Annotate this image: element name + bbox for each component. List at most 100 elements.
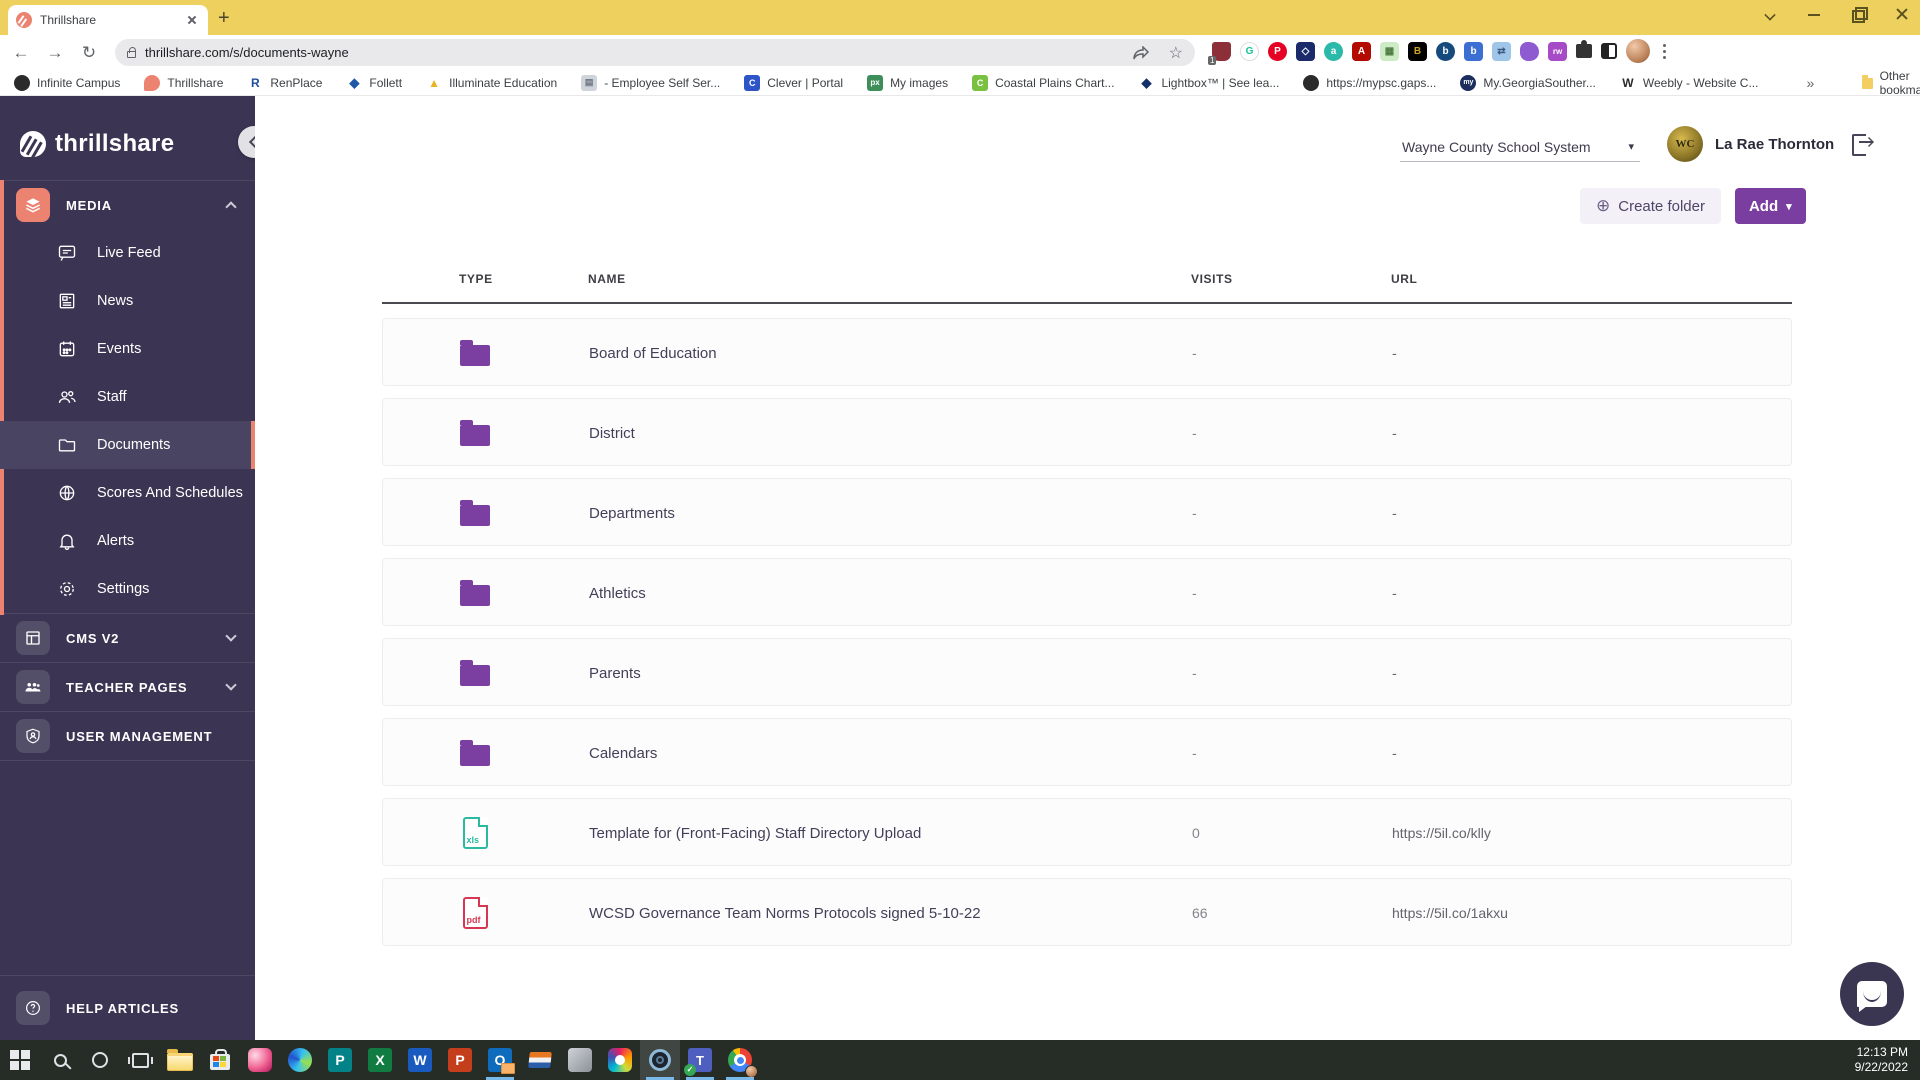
table-row-parents[interactable]: Parents - - <box>382 638 1792 706</box>
edge-icon <box>288 1048 312 1072</box>
chat-widget-button[interactable] <box>1840 962 1904 1026</box>
file-explorer-button[interactable] <box>160 1040 200 1080</box>
district-select[interactable]: Wayne County School System ▾ <box>1400 132 1640 162</box>
my-icon: my <box>1460 74 1477 91</box>
acrobat-extension-icon[interactable]: A <box>1352 41 1371 61</box>
window-menu-icon[interactable] <box>1762 6 1778 22</box>
sidebar-section-media[interactable]: MEDIA <box>0 181 255 229</box>
bookmark-lightbox[interactable]: ◆ Lightbox™ | See lea... <box>1138 74 1279 91</box>
browser-menu-icon[interactable] <box>1663 43 1666 59</box>
outlook-button[interactable]: O <box>480 1040 520 1080</box>
paint-3d-button[interactable] <box>240 1040 280 1080</box>
create-folder-button[interactable]: ⊕ Create folder <box>1580 188 1721 224</box>
close-button[interactable] <box>1894 6 1910 22</box>
table-row-board-of-education[interactable]: Board of Education - - <box>382 318 1792 386</box>
taskbar-search-button[interactable] <box>40 1040 80 1080</box>
bookmark-infinite-campus[interactable]: Infinite Campus <box>14 74 120 91</box>
coastal-icon: C <box>972 74 989 91</box>
thrillshare-logo[interactable]: thrillshare <box>0 96 255 166</box>
grey-app-button[interactable] <box>560 1040 600 1080</box>
bookmarks-overflow-button[interactable]: » <box>1806 75 1814 91</box>
tab-title: Thrillshare <box>40 13 97 27</box>
chat-bubble-icon <box>1857 981 1887 1012</box>
excel-button[interactable]: X <box>360 1040 400 1080</box>
sidebar-item-news[interactable]: News <box>0 277 255 325</box>
bing-extension-icon[interactable]: b <box>1464 41 1483 61</box>
sidebar-section-teacher-pages[interactable]: TEACHER PAGES <box>0 663 255 711</box>
powerpoint-button[interactable]: P <box>440 1040 480 1080</box>
bookmark-weebly[interactable]: W Weebly - Website C... <box>1619 74 1758 91</box>
reload-button[interactable]: ↻ <box>76 40 102 66</box>
bookmark-georgia-southern[interactable]: my My.GeorgiaSouther... <box>1460 74 1596 91</box>
taskbar-clock[interactable]: 12:13 PM 9/22/2022 <box>1855 1040 1908 1080</box>
sidebar-section-cms-v2[interactable]: CMS V2 <box>0 614 255 662</box>
darkmode-extension-icon[interactable] <box>1601 43 1617 59</box>
green-extension-icon[interactable]: ▦ <box>1380 41 1399 61</box>
extensions-puzzle-icon[interactable] <box>1576 40 1592 58</box>
sidebar-item-alerts[interactable]: Alerts <box>0 517 255 565</box>
publisher-button[interactable]: P <box>320 1040 360 1080</box>
tab-close-icon[interactable] <box>184 12 200 28</box>
purple-extension-icon[interactable] <box>1520 41 1539 61</box>
bookmark-mypsc[interactable]: https://mypsc.gaps... <box>1303 74 1436 91</box>
address-bar[interactable]: thrillshare.com/s/documents-wayne ☆ <box>115 39 1195 66</box>
bookmark-follett[interactable]: ◆ Follett <box>346 74 402 91</box>
table-row-staff-directory-template[interactable]: xls Template for (Front-Facing) Staff Di… <box>382 798 1792 866</box>
start-button[interactable] <box>0 1040 40 1080</box>
word-button[interactable]: W <box>400 1040 440 1080</box>
sidebar-section-user-management[interactable]: USER MANAGEMENT <box>0 712 255 760</box>
lightblue-extension-icon[interactable]: ⇄ <box>1492 41 1511 61</box>
sidebar-item-staff[interactable]: Staff <box>0 373 255 421</box>
microsoft-store-button[interactable] <box>200 1040 240 1080</box>
readwrite-extension-icon[interactable]: rw <box>1548 41 1567 61</box>
bookmark-star-icon[interactable]: ☆ <box>1169 43 1183 63</box>
task-view-icon <box>127 1052 153 1068</box>
lock-icon[interactable] <box>127 46 136 58</box>
bookmark-my-images[interactable]: px My images <box>867 74 948 91</box>
infinite-campus-button[interactable] <box>520 1040 560 1080</box>
other-bookmarks-button[interactable]: Other bookmarks <box>1862 69 1920 97</box>
browser-tab[interactable]: Thrillshare <box>8 5 208 35</box>
shield-extension-icon[interactable]: 1 <box>1208 41 1231 65</box>
chrome-button[interactable] <box>720 1040 760 1080</box>
bookmark-thrillshare[interactable]: Thrillshare <box>144 74 223 91</box>
bookmark-clever[interactable]: C Clever | Portal <box>744 74 843 91</box>
table-row-athletics[interactable]: Athletics - - <box>382 558 1792 626</box>
bookmark-employee-self-service[interactable]: ▤ - Employee Self Ser... <box>581 74 720 91</box>
screen-recorder-button[interactable] <box>640 1040 680 1080</box>
grammarly-extension-icon[interactable]: G <box>1240 41 1259 61</box>
navy-circle-extension-icon[interactable]: b <box>1436 41 1455 61</box>
sidebar-item-live-feed[interactable]: Live Feed <box>0 229 255 277</box>
table-row-departments[interactable]: Departments - - <box>382 478 1792 546</box>
teal-extension-icon[interactable]: a <box>1324 41 1343 61</box>
black-b-extension-icon[interactable]: B <box>1408 41 1427 61</box>
new-tab-button[interactable]: + <box>218 8 230 28</box>
browser-profile-avatar[interactable] <box>1626 39 1650 63</box>
bookmark-coastal-plains[interactable]: C Coastal Plains Chart... <box>972 74 1114 91</box>
task-view-button[interactable] <box>120 1040 160 1080</box>
pinterest-extension-icon[interactable]: P <box>1268 41 1287 61</box>
share-icon[interactable] <box>1132 45 1149 60</box>
cortana-button[interactable] <box>80 1040 120 1080</box>
restore-button[interactable] <box>1850 6 1868 23</box>
sidebar-item-settings[interactable]: Settings <box>0 565 255 613</box>
forward-button[interactable]: → <box>42 40 68 66</box>
help-articles-button[interactable]: HELP ARTICLES <box>0 976 255 1040</box>
table-row-governance-norms[interactable]: pdf WCSD Governance Team Norms Protocols… <box>382 878 1792 946</box>
edge-button[interactable] <box>280 1040 320 1080</box>
sidebar-item-documents[interactable]: Documents <box>0 421 255 469</box>
bookmark-renplace[interactable]: R RenPlace <box>247 74 322 91</box>
logout-icon[interactable] <box>1852 132 1876 156</box>
back-button[interactable]: ← <box>8 40 34 66</box>
navy-extension-icon[interactable]: ◇ <box>1296 41 1315 61</box>
teams-button[interactable]: T <box>680 1040 720 1080</box>
adobe-creative-cloud-button[interactable] <box>600 1040 640 1080</box>
sidebar-item-scores-and-schedules[interactable]: Scores And Schedules <box>0 469 255 517</box>
table-row-district[interactable]: District - - <box>382 398 1792 466</box>
bookmark-illuminate[interactable]: ▲ Illuminate Education <box>426 74 557 91</box>
minimize-button[interactable] <box>1806 6 1822 22</box>
table-row-calendars[interactable]: Calendars - - <box>382 718 1792 786</box>
sidebar-item-events[interactable]: Events <box>0 325 255 373</box>
add-button[interactable]: Add ▾ <box>1734 188 1806 224</box>
user-avatar[interactable]: WC <box>1667 126 1703 162</box>
